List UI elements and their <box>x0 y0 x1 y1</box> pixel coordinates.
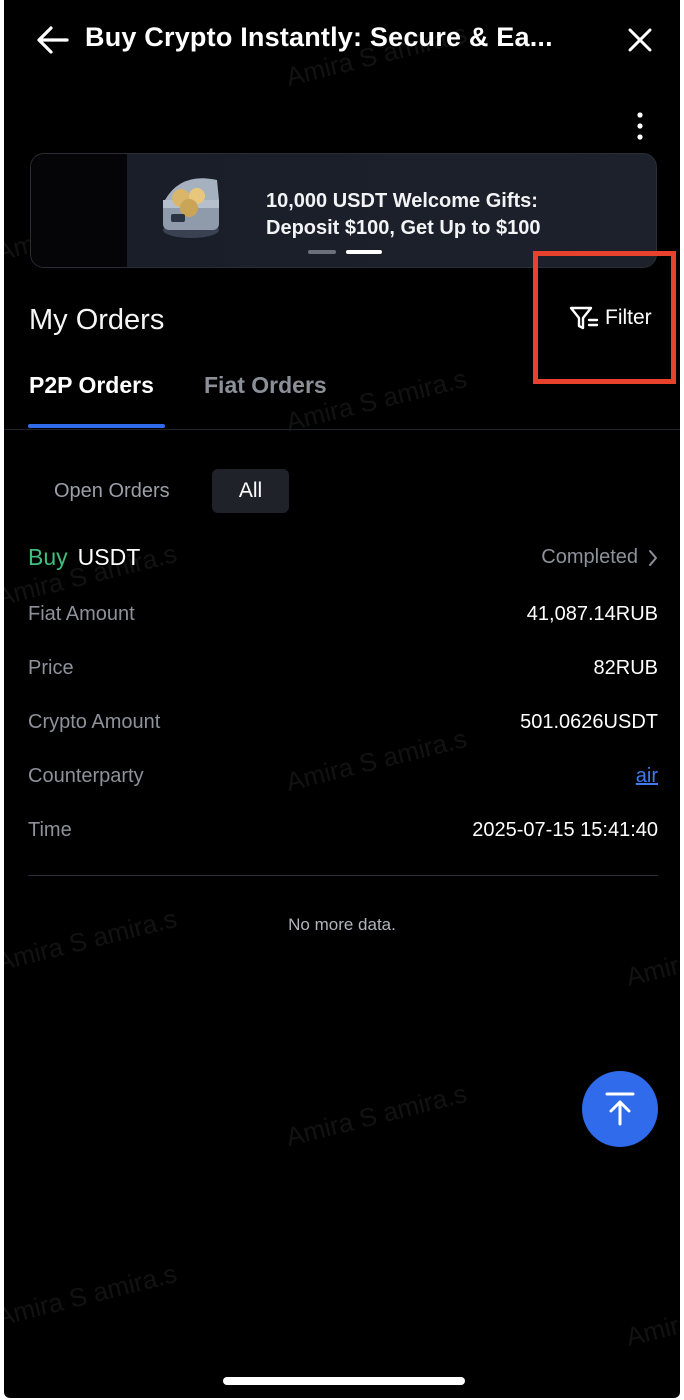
chevron-right-icon <box>649 549 657 566</box>
filter-button[interactable]: Filter <box>569 305 652 331</box>
top-bar: Buy Crypto Instantly: Secure & Ea... <box>4 0 680 80</box>
counterparty-link[interactable]: air <box>636 765 658 788</box>
order-row-counterparty: Counterparty air <box>28 765 658 793</box>
no-more-data-text: No more data. <box>288 915 396 934</box>
row-value: 41,087.14RUB <box>526 603 658 625</box>
row-value: 501.0626USDT <box>520 711 658 733</box>
section-title: My Orders <box>29 304 165 336</box>
banner-left-panel <box>31 154 127 267</box>
watermark: Amira S amira.s <box>4 1258 180 1332</box>
gift-box-icon <box>163 178 219 238</box>
home-indicator[interactable] <box>223 1377 465 1385</box>
filter-label: Filter <box>605 306 652 329</box>
banner-line-1: 10,000 USDT Welcome Gifts: <box>266 190 538 212</box>
order-side: Buy <box>28 544 68 570</box>
more-options-button[interactable] <box>620 106 660 146</box>
row-value: 82RUB <box>593 657 658 679</box>
status-label: Completed <box>541 546 638 568</box>
arrow-up-to-top-icon <box>605 1092 635 1126</box>
watermark: Amira S amira.s <box>282 1078 470 1152</box>
scroll-to-top-button[interactable] <box>582 1071 658 1147</box>
close-button[interactable] <box>620 20 660 60</box>
promo-banner[interactable]: 10,000 USDT Welcome Gifts: Deposit $100,… <box>30 153 657 268</box>
active-tab-indicator <box>28 424 165 428</box>
carousel-indicator <box>308 250 382 254</box>
order-row-time: Time 2025-07-15 15:41:40 <box>28 819 658 847</box>
carousel-dot[interactable] <box>308 250 336 254</box>
arrow-left-icon <box>37 26 69 54</box>
banner-line-2: Deposit $100, Get Up to $100 <box>266 217 541 239</box>
order-row-crypto-amount: Crypto Amount 501.0626USDT <box>28 711 658 739</box>
app-screen: Amira S amira.s Amira S amira.s Amira S … <box>4 0 680 1398</box>
banner-text: 10,000 USDT Welcome Gifts: Deposit $100,… <box>266 188 541 242</box>
carousel-dot-active[interactable] <box>346 250 382 254</box>
order-row-price: Price 82RUB <box>28 657 658 685</box>
watermark: Amira S amira.s <box>622 1278 680 1352</box>
row-label: Crypto Amount <box>28 711 161 733</box>
filter-icon <box>569 306 599 330</box>
tab-fiat-orders[interactable]: Fiat Orders <box>204 372 327 399</box>
more-vertical-icon <box>637 112 643 140</box>
tab-p2p-orders[interactable]: P2P Orders <box>29 372 154 399</box>
order-row-fiat-amount: Fiat Amount 41,087.14RUB <box>28 603 658 631</box>
row-label: Counterparty <box>28 765 144 787</box>
row-label: Time <box>28 819 72 841</box>
order-status[interactable]: Completed <box>541 546 658 569</box>
row-value: 2025-07-15 15:41:40 <box>472 819 658 841</box>
close-icon <box>628 28 652 52</box>
all-orders-toggle[interactable]: All <box>212 469 289 513</box>
row-label: Price <box>28 657 74 679</box>
order-tabs: P2P Orders Fiat Orders <box>4 360 680 430</box>
divider <box>28 875 658 876</box>
open-orders-toggle[interactable]: Open Orders <box>42 469 182 513</box>
row-label: Fiat Amount <box>28 603 135 625</box>
order-header[interactable]: Buy USDT Completed <box>28 544 658 574</box>
page-title: Buy Crypto Instantly: Secure & Ea... <box>85 22 553 52</box>
order-coin: USDT <box>77 544 141 570</box>
back-button[interactable] <box>32 20 72 60</box>
